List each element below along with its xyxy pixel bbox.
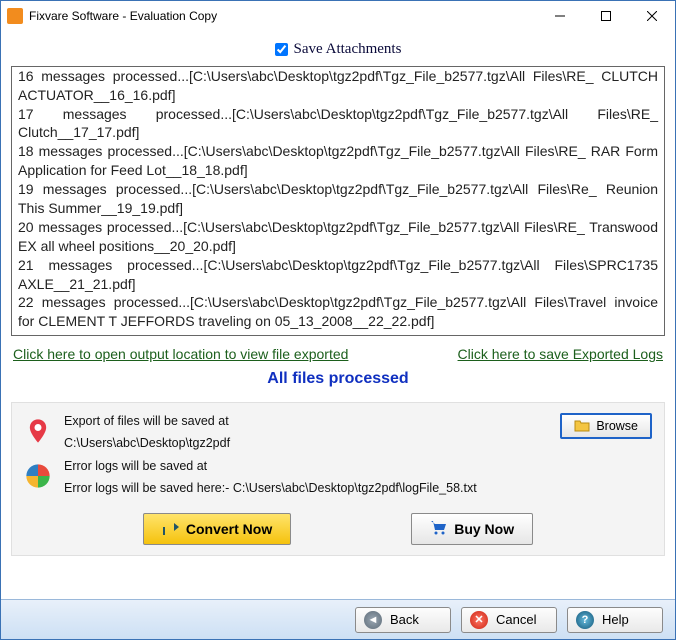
- save-attachments-checkbox[interactable]: [275, 43, 288, 56]
- export-path-row: Export of files will be saved at C:\User…: [24, 413, 652, 452]
- export-path-text: Export of files will be saved at C:\User…: [64, 413, 548, 452]
- back-label: Back: [390, 612, 419, 627]
- log-line: 21 messages processed...[C:\Users\abc\De…: [18, 256, 658, 294]
- error-log-value: Error logs will be saved here:- C:\Users…: [64, 480, 652, 498]
- cancel-x-icon: ✕: [470, 611, 488, 629]
- export-path-value: C:\Users\abc\Desktop\tgz2pdf: [64, 435, 548, 453]
- content-area: Save Attachments 15 messages processed..…: [1, 31, 675, 599]
- convert-icon: [162, 520, 180, 539]
- folder-icon: [574, 418, 590, 435]
- app-window: Fixvare Software - Evaluation Copy Save …: [0, 0, 676, 640]
- error-log-row: Error logs will be saved at Error logs w…: [24, 458, 652, 497]
- log-line: 18 messages processed...[C:\Users\abc\De…: [18, 142, 658, 180]
- back-button[interactable]: ◄ Back: [355, 607, 451, 633]
- log-line: 17 messages processed...[C:\Users\abc\De…: [18, 105, 658, 143]
- buy-now-button[interactable]: Buy Now: [411, 513, 533, 545]
- browse-button[interactable]: Browse: [560, 413, 652, 439]
- info-panel: Export of files will be saved at C:\User…: [11, 402, 665, 556]
- close-button[interactable]: [629, 1, 675, 31]
- buy-label: Buy Now: [454, 521, 514, 537]
- save-attachments-label[interactable]: Save Attachments: [294, 41, 402, 58]
- titlebar: Fixvare Software - Evaluation Copy: [1, 1, 675, 31]
- export-path-line1: Export of files will be saved at: [64, 413, 548, 431]
- log-line: 16 messages processed...[C:\Users\abc\De…: [18, 67, 658, 105]
- minimize-button[interactable]: [537, 1, 583, 31]
- cancel-label: Cancel: [496, 612, 536, 627]
- action-buttons-row: Convert Now Buy Now: [24, 503, 652, 545]
- cart-icon: [430, 520, 448, 539]
- convert-label: Convert Now: [186, 521, 272, 537]
- help-button[interactable]: ? Help: [567, 607, 663, 633]
- save-attachments-row: Save Attachments: [11, 35, 665, 66]
- app-logo-icon: [7, 8, 23, 24]
- log-line: 22 messages processed...[C:\Users\abc\De…: [18, 293, 658, 331]
- maximize-button[interactable]: [583, 1, 629, 31]
- log-output[interactable]: 15 messages processed...[C:\Users\abc\De…: [11, 66, 665, 336]
- status-text: All files processed: [11, 368, 665, 398]
- open-output-link[interactable]: Click here to open output location to vi…: [13, 346, 348, 362]
- log-line: 20 messages processed...[C:\Users\abc\De…: [18, 218, 658, 256]
- pie-chart-icon: [24, 462, 52, 490]
- help-label: Help: [602, 612, 629, 627]
- log-line: 19 messages processed...[C:\Users\abc\De…: [18, 180, 658, 218]
- footer: ◄ Back ✕ Cancel ? Help: [1, 599, 675, 639]
- error-log-line1: Error logs will be saved at: [64, 458, 652, 476]
- links-row: Click here to open output location to vi…: [11, 336, 665, 368]
- help-question-icon: ?: [576, 611, 594, 629]
- browse-label: Browse: [596, 419, 638, 433]
- back-arrow-icon: ◄: [364, 611, 382, 629]
- save-logs-link[interactable]: Click here to save Exported Logs: [458, 346, 663, 362]
- location-pin-icon: [24, 417, 52, 445]
- convert-now-button[interactable]: Convert Now: [143, 513, 291, 545]
- error-log-text: Error logs will be saved at Error logs w…: [64, 458, 652, 497]
- window-title: Fixvare Software - Evaluation Copy: [29, 9, 537, 23]
- cancel-button[interactable]: ✕ Cancel: [461, 607, 557, 633]
